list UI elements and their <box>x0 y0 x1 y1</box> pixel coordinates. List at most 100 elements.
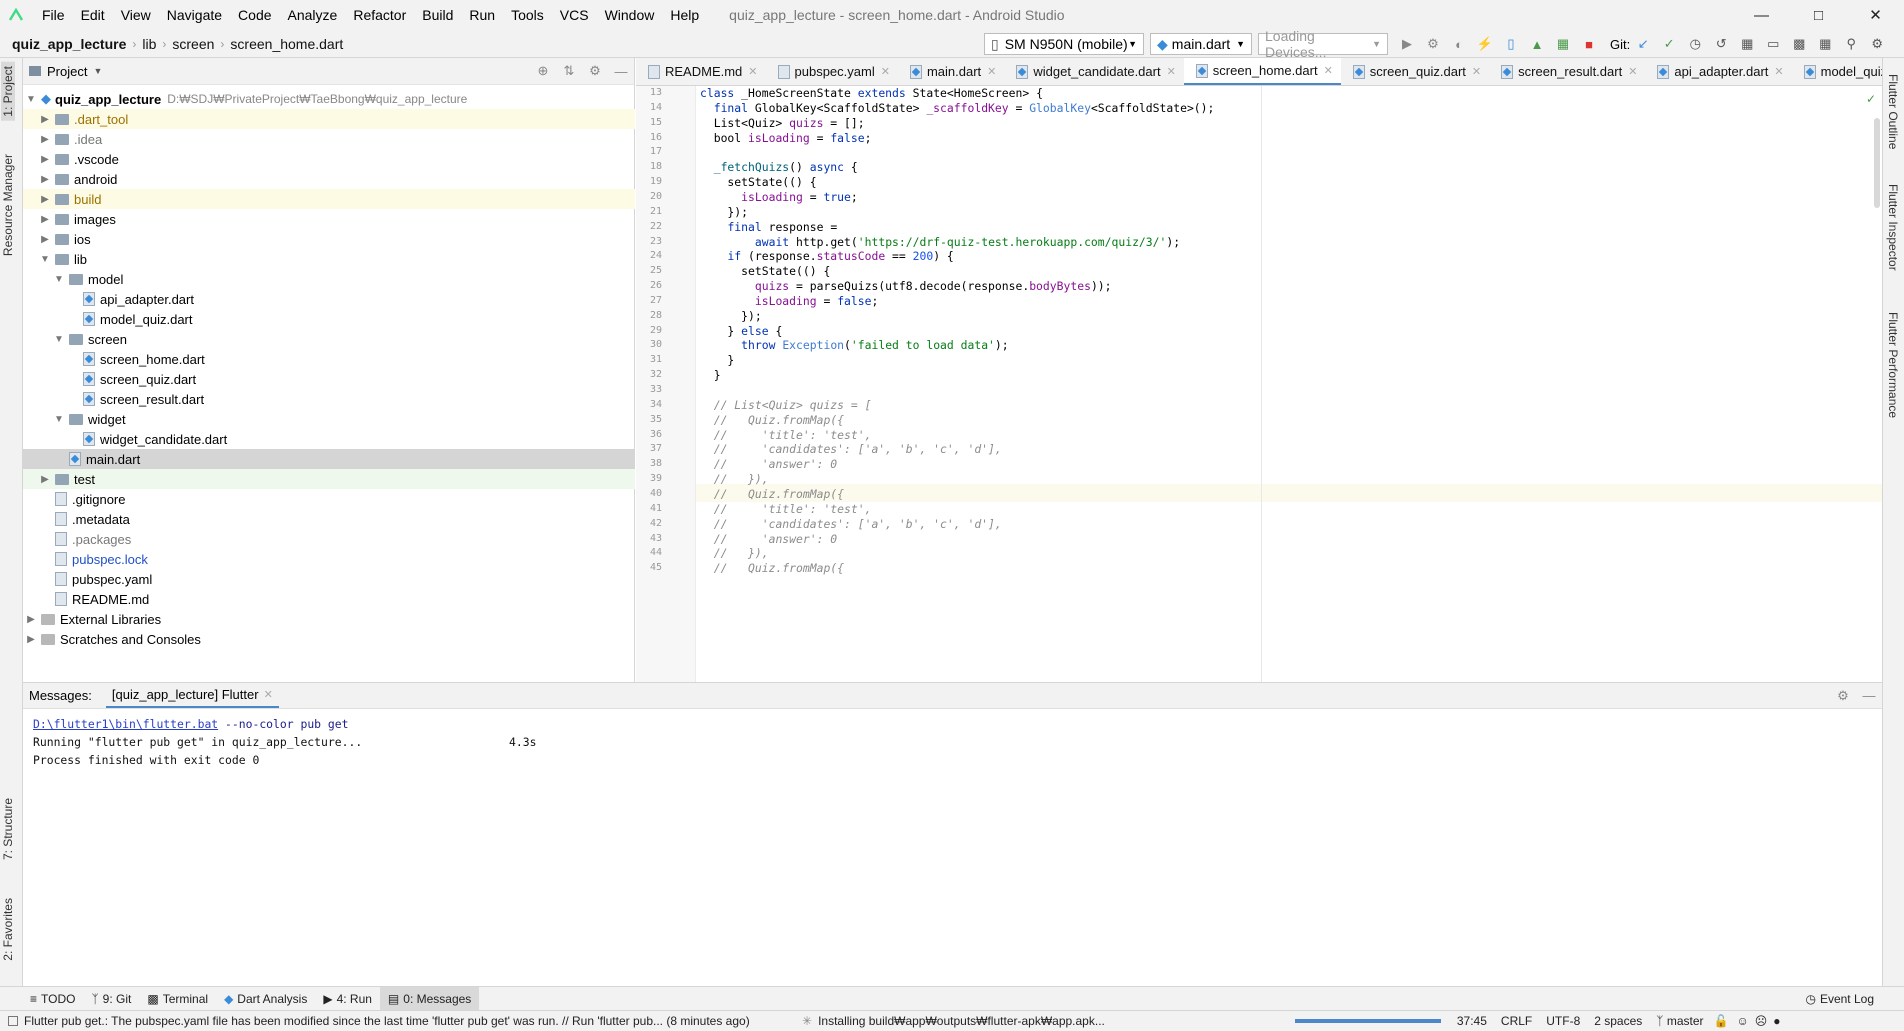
editor-tab[interactable]: screen_result.dart ✕ <box>1489 58 1645 85</box>
chevron-right-icon[interactable]: ▶ <box>39 214 51 225</box>
editor-tab[interactable]: pubspec.yaml ✕ <box>766 58 898 85</box>
chevron-right-icon[interactable]: ▶ <box>25 614 37 625</box>
menu-refactor[interactable]: Refactor <box>353 7 406 23</box>
chevron-right-icon[interactable]: ▶ <box>39 154 51 165</box>
lock-icon[interactable]: 🔓 <box>1714 1014 1729 1028</box>
breadcrumb-project[interactable]: quiz_app_lecture <box>12 36 126 52</box>
close-icon[interactable]: ✕ <box>1628 65 1637 78</box>
tree-item[interactable]: pubspec.lock <box>23 549 635 569</box>
chevron-right-icon[interactable]: ▶ <box>39 474 51 485</box>
tab-git[interactable]: ᛉ 9: Git <box>83 987 139 1011</box>
run-icon[interactable]: ▶ <box>1398 35 1416 53</box>
sad-face-icon[interactable]: ☹ <box>1755 1014 1768 1028</box>
profile-icon[interactable]: ◐ <box>1450 35 1468 53</box>
history-icon[interactable]: ◷ <box>1686 35 1704 53</box>
notifications-icon[interactable]: ● <box>1773 1014 1780 1028</box>
caret-position[interactable]: 37:45 <box>1457 1014 1487 1028</box>
close-icon[interactable]: ✕ <box>264 688 273 701</box>
tree-item[interactable]: screen_quiz.dart <box>23 369 635 389</box>
git-branch[interactable]: ᛉ master <box>1656 1014 1703 1028</box>
chevron-right-icon[interactable]: ▶ <box>39 134 51 145</box>
tab-favorites[interactable]: 2: Favorites <box>1 898 15 961</box>
tree-item[interactable]: model_quiz.dart <box>23 309 635 329</box>
chevron-right-icon[interactable]: ▶ <box>25 634 37 645</box>
tab-run[interactable]: ▶ 4: Run <box>315 987 380 1011</box>
chevron-down-icon[interactable]: ▼ <box>53 414 65 425</box>
run-config-selector[interactable]: ◆ main.dart ▼ <box>1150 33 1252 55</box>
hide-panel-icon[interactable]: — <box>612 62 630 80</box>
menu-help[interactable]: Help <box>670 7 699 23</box>
vertical-scrollbar[interactable] <box>1874 118 1880 208</box>
settings-icon[interactable]: ⚙ <box>586 62 604 80</box>
indent-setting[interactable]: 2 spaces <box>1594 1014 1642 1028</box>
tree-item[interactable]: ▶ ios <box>23 229 635 249</box>
git-update-icon[interactable]: ↙ <box>1634 35 1652 53</box>
tree-item[interactable]: .gitignore <box>23 489 635 509</box>
line-separator[interactable]: CRLF <box>1501 1014 1532 1028</box>
tree-item[interactable]: ▶ build <box>23 189 635 209</box>
tab-todo[interactable]: ≡ TODO <box>22 987 83 1011</box>
tree-root[interactable]: ▼ ◆ quiz_app_lecture D:₩SDJ₩PrivateProje… <box>23 89 635 109</box>
chevron-down-icon[interactable]: ▼ <box>25 94 37 105</box>
tree-item[interactable]: ▼ widget <box>23 409 635 429</box>
chevron-down-icon[interactable]: ▼ <box>39 254 51 265</box>
tab-dart-analysis[interactable]: ◆ Dart Analysis <box>216 987 315 1011</box>
git-commit-icon[interactable]: ✓ <box>1660 35 1678 53</box>
close-icon[interactable]: ✕ <box>748 65 757 78</box>
chevron-down-icon[interactable]: ▼ <box>53 334 65 345</box>
settings-icon[interactable]: ⚙ <box>1868 35 1886 53</box>
tree-item[interactable]: api_adapter.dart <box>23 289 635 309</box>
tree-item[interactable]: widget_candidate.dart <box>23 429 635 449</box>
editor-tab[interactable]: main.dart ✕ <box>898 58 1004 85</box>
tab-structure[interactable]: 7: Structure <box>1 798 15 860</box>
tree-item[interactable]: ▶ test <box>23 469 635 489</box>
close-icon[interactable]: ✕ <box>881 65 890 78</box>
tree-item[interactable]: ▼ model <box>23 269 635 289</box>
file-encoding[interactable]: UTF-8 <box>1546 1014 1580 1028</box>
tab-flutter-inspector[interactable]: Flutter Inspector <box>1886 184 1900 271</box>
close-icon[interactable]: ✕ <box>1847 0 1904 30</box>
breadcrumb-screen[interactable]: screen <box>172 36 214 52</box>
chevron-down-icon[interactable]: ▼ <box>53 274 65 285</box>
menu-file[interactable]: File <box>42 7 65 23</box>
status-message[interactable]: Flutter pub get.: The pubspec.yaml file … <box>24 1014 794 1028</box>
layout-inspector-icon[interactable]: ▦ <box>1816 35 1834 53</box>
device-selector[interactable]: ▯ SM N950N (mobile) ▼ <box>984 33 1144 55</box>
tree-item[interactable]: main.dart <box>23 449 635 469</box>
tree-item[interactable]: screen_result.dart <box>23 389 635 409</box>
tab-project[interactable]: 1: Project <box>1 62 15 121</box>
menu-analyze[interactable]: Analyze <box>288 7 338 23</box>
tree-item[interactable]: ▶ .dart_tool <box>23 109 635 129</box>
tree-item[interactable]: ▶ .vscode <box>23 149 635 169</box>
tab-messages[interactable]: ▤ 0: Messages <box>379 986 480 1011</box>
project-view-label[interactable]: Project <box>47 64 87 79</box>
editor-tab[interactable]: api_adapter.dart ✕ <box>1645 58 1791 85</box>
tree-item[interactable]: ▶ Scratches and Consoles <box>23 629 635 649</box>
hot-reload-icon[interactable]: ⚡ <box>1476 35 1494 53</box>
tab-flutter-messages[interactable]: [quiz_app_lecture] Flutter ✕ <box>105 683 279 708</box>
menu-navigate[interactable]: Navigate <box>167 7 222 23</box>
loading-devices-selector[interactable]: Loading Devices... ▼ <box>1258 28 1388 60</box>
device-manager-icon[interactable]: ▯ <box>1502 35 1520 53</box>
menu-vcs[interactable]: VCS <box>560 7 589 23</box>
tree-item[interactable]: ▼ screen <box>23 329 635 349</box>
event-log-button[interactable]: ◷ Event Log <box>1797 987 1882 1011</box>
tab-flutter-performance[interactable]: Flutter Performance <box>1886 312 1900 418</box>
editor-tab[interactable]: widget_candidate.dart ✕ <box>1004 58 1183 85</box>
close-icon[interactable]: ✕ <box>987 65 996 78</box>
breadcrumb-lib[interactable]: lib <box>142 36 156 52</box>
collapse-all-icon[interactable]: ⇅ <box>560 62 578 80</box>
tree-item[interactable]: screen_home.dart <box>23 349 635 369</box>
project-structure-icon[interactable]: ▦ <box>1738 35 1756 53</box>
settings-icon[interactable]: ⚙ <box>1834 687 1852 705</box>
tab-flutter-outline[interactable]: Flutter Outline <box>1886 74 1900 149</box>
close-icon[interactable]: ✕ <box>1472 65 1481 78</box>
close-icon[interactable]: ✕ <box>1167 65 1176 78</box>
tree-item[interactable]: ▶ External Libraries <box>23 609 635 629</box>
debug-icon[interactable]: ⚙ <box>1424 35 1442 53</box>
search-icon[interactable]: ⚲ <box>1842 35 1860 53</box>
editor-tab[interactable]: screen_quiz.dart ✕ <box>1341 58 1489 85</box>
editor-tab[interactable]: screen_home.dart ✕ <box>1183 58 1341 85</box>
menu-tools[interactable]: Tools <box>511 7 544 23</box>
tab-terminal[interactable]: ▩ Terminal <box>139 987 216 1011</box>
